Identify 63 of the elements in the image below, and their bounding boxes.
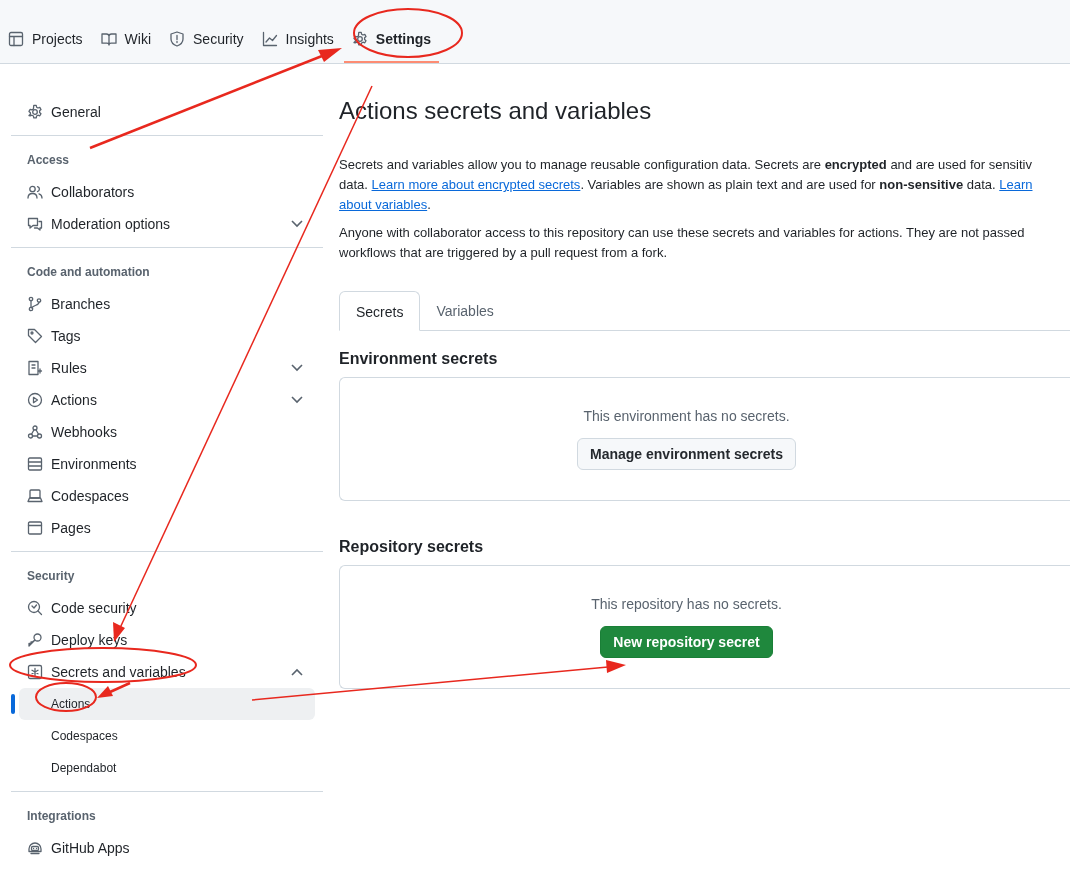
- robot-icon: [27, 840, 43, 856]
- sidebar-subitem[interactable]: Actions: [19, 688, 315, 720]
- people-icon: [27, 184, 43, 200]
- branch-icon: [27, 296, 43, 312]
- sidebar-item[interactable]: Deploy keys: [19, 624, 315, 656]
- annotation-arrow: [97, 681, 131, 698]
- sidebar-item[interactable]: Moderation options: [19, 208, 315, 240]
- chevron-up-icon[interactable]: [291, 668, 303, 676]
- chevron-down-icon[interactable]: [291, 364, 303, 372]
- scan-icon: [27, 600, 43, 616]
- sidebar-heading: Integrations: [26, 808, 97, 825]
- key-icon: [27, 632, 43, 648]
- tab[interactable]: Secrets: [339, 291, 421, 331]
- section-heading: Environment secrets: [339, 349, 499, 369]
- sidebar-heading: Security: [26, 568, 76, 585]
- sidebar-item[interactable]: Webhooks: [19, 416, 315, 448]
- sidebar-item[interactable]: GitHub Apps: [19, 832, 315, 864]
- nav-tab[interactable]: Insights: [253, 17, 342, 63]
- sidebar-item[interactable]: General: [19, 96, 315, 128]
- selection-indicator: [11, 694, 15, 714]
- sidebar-item[interactable]: Pages: [19, 512, 315, 544]
- gear-icon: [351, 31, 368, 47]
- tab[interactable]: Variables: [420, 291, 510, 331]
- sidebar-item[interactable]: Environments: [19, 448, 315, 480]
- chevron-down-icon[interactable]: [291, 396, 303, 404]
- sidebar-item[interactable]: Tags: [19, 320, 315, 352]
- empty-state-text: This environment has no secrets.: [583, 407, 790, 426]
- nav-tab[interactable]: Wiki: [92, 17, 159, 63]
- description-text: Secrets and variables allow you to manage reusable configuration data. Secrets are encrypted and are used for sensitiv data. Learn more about encrypted secrets. Variables are shown as plain text and are used for non-sensitive data. Learn about variables.: [339, 156, 1034, 214]
- manage-secrets-button[interactable]: Manage environment secrets: [577, 438, 796, 470]
- sidebar-subitem[interactable]: Codespaces: [19, 720, 315, 752]
- server-icon: [27, 456, 43, 472]
- description-text: Anyone with collaborator access to this repository can use these secrets and variables for actions. They are not passed workflows that are triggered by a pull request from a fork.: [339, 224, 1026, 262]
- sidebar-item[interactable]: Codespaces: [19, 480, 315, 512]
- shield-icon: [169, 31, 185, 47]
- sidebar-item[interactable]: Secrets and variables: [19, 656, 315, 688]
- graph-icon: [261, 31, 278, 47]
- list-icon: [27, 360, 43, 376]
- nav-tab[interactable]: Security: [161, 17, 252, 63]
- book-icon: [100, 31, 117, 47]
- sidebar-item[interactable]: Rules: [19, 352, 315, 384]
- tag-icon: [27, 328, 43, 344]
- chevron-down-icon[interactable]: [291, 220, 303, 228]
- new-secret-button[interactable]: New repository secret: [600, 626, 773, 658]
- sidebar-item[interactable]: Branches: [19, 288, 315, 320]
- gear-icon: [27, 104, 43, 120]
- asterisk-icon: [27, 664, 43, 680]
- sidebar-heading: Code and automation: [26, 264, 151, 281]
- sidebar-heading: Access: [26, 152, 71, 169]
- nav-tab[interactable]: Settings: [343, 17, 440, 63]
- sidebar-item[interactable]: Collaborators: [19, 176, 315, 208]
- table-icon: [8, 31, 24, 47]
- section-heading: Repository secrets: [339, 537, 485, 557]
- nav-tab[interactable]: Projects: [0, 17, 91, 63]
- webhook-icon: [27, 424, 43, 440]
- empty-state-text: This repository has no secrets.: [591, 595, 782, 614]
- sidebar-item[interactable]: Actions: [19, 384, 315, 416]
- sidebar-subitem[interactable]: Dependabot: [19, 752, 315, 784]
- learn-more-link[interactable]: Learn: [999, 177, 1033, 192]
- comment-icon: [27, 216, 43, 232]
- browser-icon: [27, 520, 43, 536]
- play-icon: [27, 392, 43, 408]
- laptop-icon: [27, 488, 43, 504]
